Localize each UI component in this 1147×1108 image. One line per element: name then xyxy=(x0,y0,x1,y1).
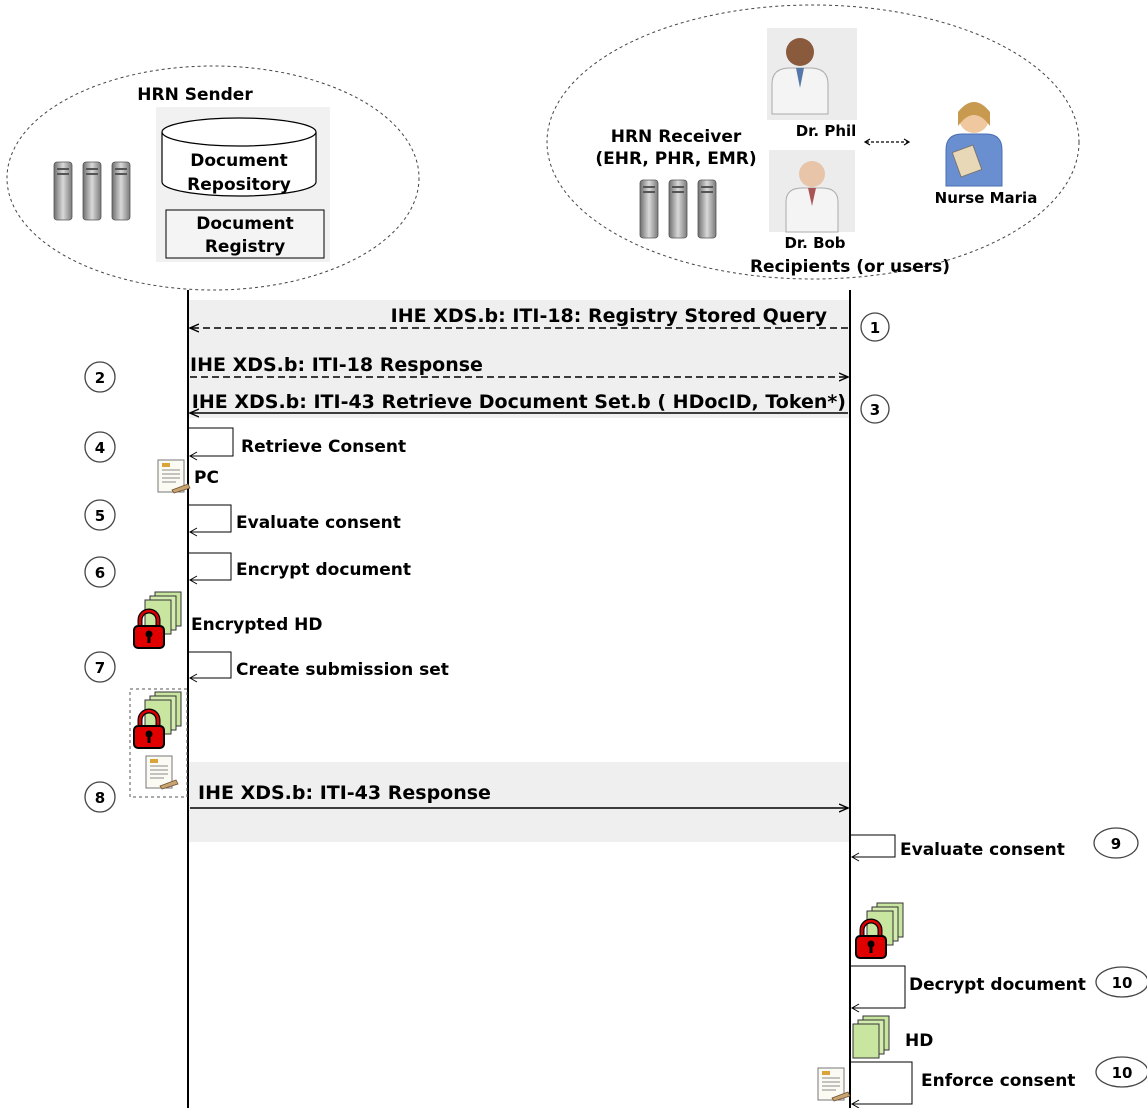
step-10-enforce: Enforce consent 10 xyxy=(817,1056,1147,1108)
registry-label-2: Registry xyxy=(205,237,285,257)
step-label: Decrypt document xyxy=(909,975,1086,995)
double-arrow-icon xyxy=(863,138,911,146)
message-label: IHE XDS.b: ITI-43 Response xyxy=(198,782,491,804)
receiver-group: HRN Receiver (EHR, PHR, EMR) Dr. Phil Nu… xyxy=(546,4,1080,280)
step-number: 10 xyxy=(1112,974,1133,992)
step-number: 8 xyxy=(95,789,105,807)
document-stack-icon xyxy=(852,1015,890,1059)
dr-bob-label: Dr. Bob xyxy=(784,234,845,252)
receiver-title-2: (EHR, PHR, EMR) xyxy=(595,149,756,169)
encrypted-document-artifact xyxy=(856,902,904,958)
step-10-decrypt: Decrypt document 10 xyxy=(850,965,1147,1013)
step-label: Create submission set xyxy=(236,660,449,680)
message-label: IHE XDS.b: ITI-18: Registry Stored Query xyxy=(391,305,828,327)
step-number: 7 xyxy=(95,659,105,677)
step-4: Retrieve Consent 4 xyxy=(84,427,406,463)
step-number: 5 xyxy=(95,507,105,525)
step-6: Encrypt document 6 xyxy=(84,552,411,588)
nurse-avatar xyxy=(945,102,1003,187)
step-7: Create submission set 7 xyxy=(84,651,449,683)
step-label: Evaluate consent xyxy=(900,840,1065,860)
step-label: Encrypt document xyxy=(236,560,411,580)
message-label: IHE XDS.b: ITI-18 Response xyxy=(190,354,483,376)
step-label: Retrieve Consent xyxy=(241,437,406,457)
consent-document-icon xyxy=(157,459,191,494)
hd-artifact: HD xyxy=(852,1015,933,1059)
repository-label-1: Document xyxy=(190,151,287,171)
step-label: Enforce consent xyxy=(921,1071,1075,1091)
document-registry: Document Registry xyxy=(165,209,325,259)
sequence-diagram: HRN Sender Document Repository Document … xyxy=(6,4,1147,1108)
server-icon xyxy=(639,179,717,239)
step-number: 6 xyxy=(95,564,105,582)
step-9: Evaluate consent 9 xyxy=(850,827,1139,862)
step-number: 1 xyxy=(870,319,880,337)
consent-document-icon xyxy=(817,1067,851,1102)
server-icon xyxy=(53,161,131,221)
step-number: 4 xyxy=(95,439,105,457)
sender-group: HRN Sender Document Repository Document … xyxy=(6,65,420,291)
message-3: IHE XDS.b: ITI-43 Retrieve Document Set.… xyxy=(190,391,890,424)
step-number: 3 xyxy=(870,401,880,419)
artifact-label: PC xyxy=(194,468,219,488)
encrypted-hd-artifact: Encrypted HD xyxy=(134,591,323,648)
dr-phil-label: Dr. Phil xyxy=(796,122,857,140)
consent-document-icon xyxy=(145,755,179,790)
recipients-label: Recipients (or users) xyxy=(750,257,950,277)
nurse-maria-label: Nurse Maria xyxy=(935,189,1038,207)
artifact-label: Encrypted HD xyxy=(191,615,323,635)
step-number: 2 xyxy=(95,369,105,387)
step-label: Evaluate consent xyxy=(236,513,401,533)
submission-set-artifact xyxy=(129,688,188,798)
document-repository: Document Repository xyxy=(161,117,317,197)
step-5: Evaluate consent 5 xyxy=(84,499,401,537)
artifact-label: HD xyxy=(905,1031,933,1051)
receiver-title-1: HRN Receiver xyxy=(611,127,742,147)
doctor-avatar xyxy=(767,28,857,120)
registry-label-1: Document xyxy=(196,214,293,234)
doctor-avatar xyxy=(769,150,855,233)
step-number: 9 xyxy=(1111,835,1121,853)
sender-title: HRN Sender xyxy=(137,85,253,105)
repository-label-2: Repository xyxy=(187,175,291,195)
message-label: IHE XDS.b: ITI-43 Retrieve Document Set.… xyxy=(192,391,846,413)
step-number: 10 xyxy=(1112,1064,1133,1082)
